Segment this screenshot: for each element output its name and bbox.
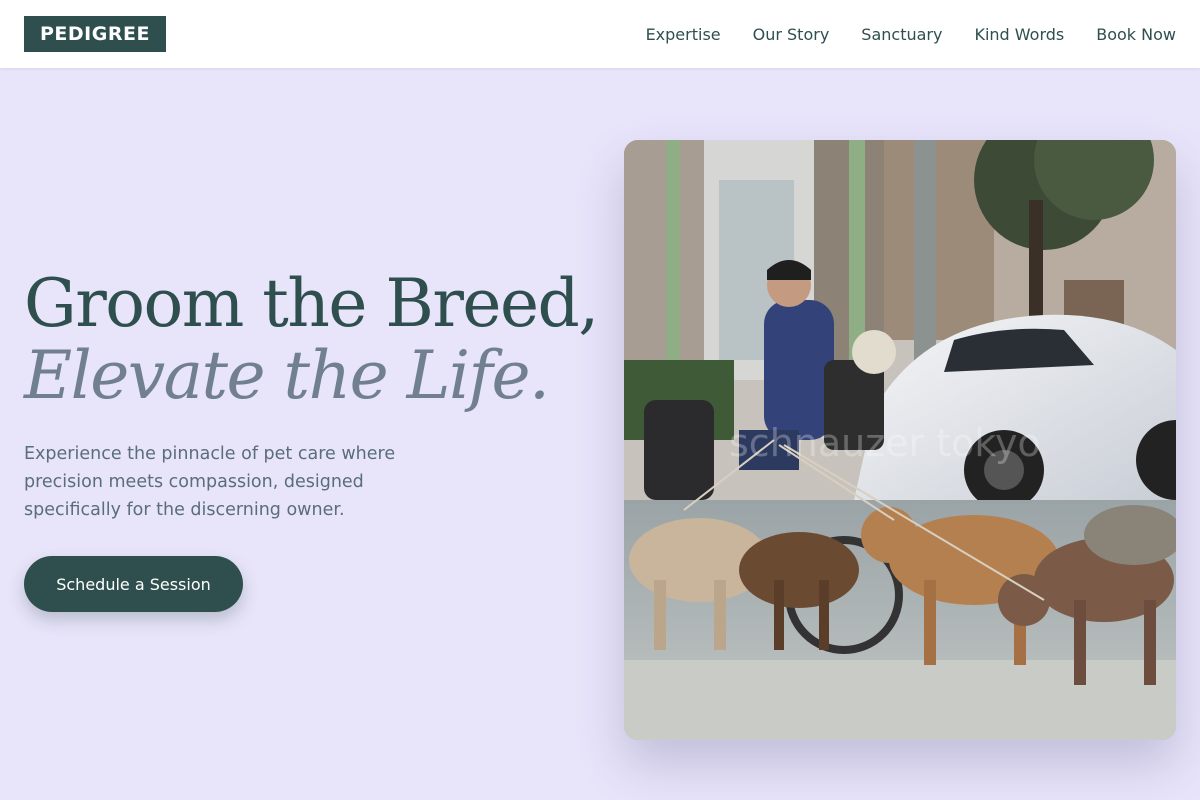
nav-link-kind-words[interactable]: Kind Words [974, 25, 1064, 44]
hero-headline-line2: Elevate the Life. [24, 337, 550, 414]
hero-content: Groom the Breed, Elevate the Life. Exper… [24, 265, 599, 612]
main-nav: Expertise Our Story Sanctuary Kind Words… [614, 25, 1176, 44]
brand-logo[interactable]: PEDIGREE [24, 16, 166, 52]
nav-link-expertise[interactable]: Expertise [646, 25, 721, 44]
hero-subtext: Experience the pinnacle of pet care wher… [24, 444, 396, 520]
site-header: PEDIGREE Expertise Our Story Sanctuary K… [0, 0, 1200, 68]
nav-link-book-now[interactable]: Book Now [1096, 25, 1176, 44]
photo-watermark: schnauzer tokyo [729, 421, 1041, 465]
nav-link-our-story[interactable]: Our Story [753, 25, 830, 44]
hero-photo-illustration: schnauzer tokyo [624, 140, 1176, 740]
nav-link-sanctuary[interactable]: Sanctuary [861, 25, 942, 44]
hero-photo: schnauzer tokyo [624, 140, 1176, 740]
schedule-session-button[interactable]: Schedule a Session [24, 556, 243, 612]
hero-headline: Groom the Breed, Elevate the Life. [24, 265, 599, 414]
hero-headline-line1: Groom the Breed, [24, 265, 599, 342]
